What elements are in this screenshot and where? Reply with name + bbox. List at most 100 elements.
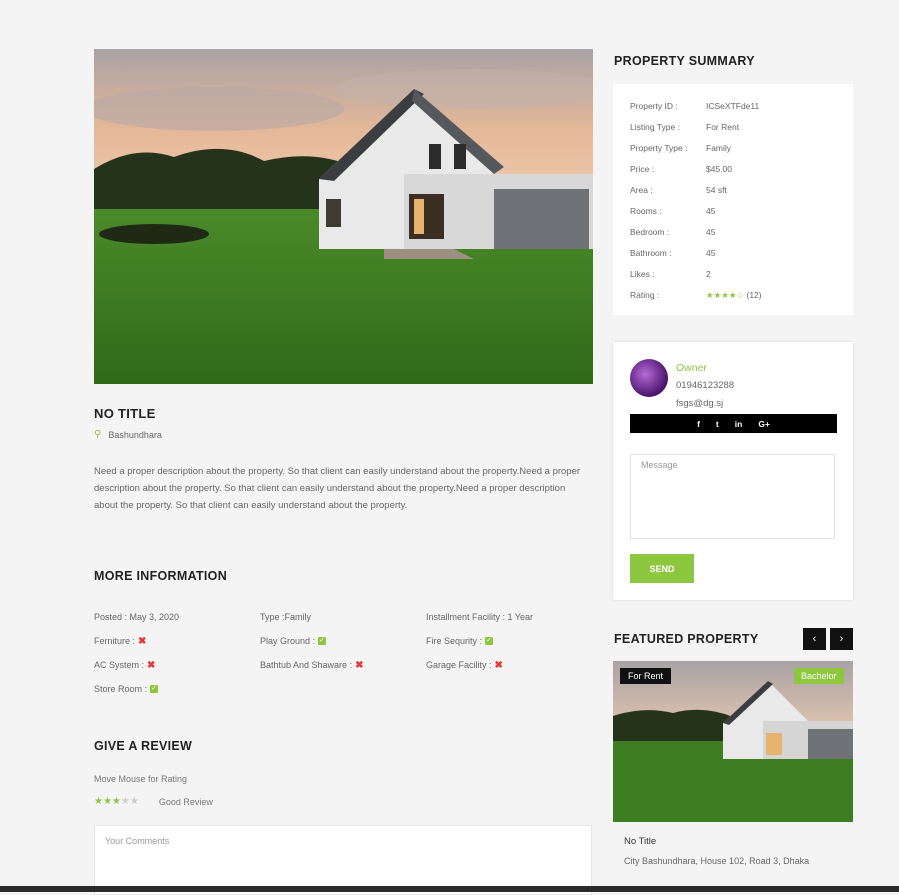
cross-icon: ✖ [355,659,364,671]
info-store-room: Store Room : ✓ [94,684,260,694]
summary-heading: PROPERTY SUMMARY [614,54,755,68]
message-placeholder: Message [641,460,678,470]
summary-value: $45.00 [706,164,732,174]
property-location: ⚲ Bashundhara [94,429,162,440]
info-row: Posted : May 3, 2020 Type :Family Instal… [94,605,594,629]
featured-property-image[interactable] [613,661,853,822]
cross-icon: ✖ [494,659,503,671]
featured-heading: FEATURED PROPERTY [614,632,759,646]
comments-textarea[interactable]: Your Comments [94,825,592,895]
summary-key: Price : [630,164,655,174]
owner-email: fsgs@dg.sj [676,398,724,409]
info-playground: Play Ground : ✓ [260,636,426,646]
map-pin-icon: ⚲ [94,429,102,440]
info-posted: Posted : May 3, 2020 [94,612,260,622]
summary-row: Bedroom : 45 [630,227,715,237]
star-icon[interactable]: ★ [103,796,112,807]
summary-row: Listing Type : For Rent [630,122,739,132]
avatar [630,359,668,397]
social-links: f t in G+ [630,414,837,433]
info-label: Garage Facility : [426,660,492,670]
info-label: Installment Facility : 1 Year [426,612,534,622]
summary-key: Bathroom : [630,248,672,258]
more-info-heading: MORE INFORMATION [94,569,228,583]
summary-key: Property ID : [630,101,678,111]
facebook-icon[interactable]: f [697,419,700,429]
summary-key: Property Type : [630,143,688,153]
linkedin-icon[interactable]: in [735,419,743,429]
badge-bachelor: Bachelor [794,668,844,684]
summary-row: Property Type : Family [630,143,731,153]
info-label: Posted : May 3, 2020 [94,612,180,622]
info-bathtub: Bathtub And Shaware : ✖ [260,660,426,671]
owner-contact-card: Owner 01946123288 fsgs@dg.sj f t in G+ M… [613,342,853,600]
review-hint: Move Mouse for Rating [94,774,188,784]
comments-placeholder: Your Comments [105,836,170,846]
summary-row: Price : $45.00 [630,164,732,174]
info-label: AC System : [94,660,145,670]
info-installment: Installment Facility : 1 Year [426,612,592,622]
info-label: Play Ground : [260,636,316,646]
star-icon: ★ [721,290,729,300]
summary-value: 2 [706,269,711,279]
info-label: Type :Family [260,612,312,622]
summary-value: 45 [706,227,716,237]
review-label: Good Review [158,796,213,807]
bottom-bar [0,886,899,892]
summary-value: 45 [706,248,716,258]
star-icon[interactable]: ★ [130,796,139,807]
star-icon[interactable]: ★ [112,796,121,807]
summary-row: Area : 54 sft [630,185,727,195]
summary-key: Likes : [630,269,655,279]
property-title: NO TITLE [94,406,156,421]
property-main-image [94,49,593,384]
more-info-grid: Posted : May 3, 2020 Type :Family Instal… [94,605,594,701]
owner-phone: 01946123288 [676,380,735,391]
location-text: Bashundhara [108,429,162,440]
info-garage: Garage Facility : ✖ [426,660,592,671]
cross-icon: ✖ [138,635,147,647]
star-icon[interactable]: ★ [94,796,103,807]
star-icon: ★ [728,290,737,300]
info-furniture: Ferniture : ✖ [94,636,260,647]
info-row: AC System : ✖ Bathtub And Shaware : ✖ Gara… [94,653,594,677]
info-row: Ferniture : ✖ Play Ground : ✓ Fire Sequrit… [94,629,594,653]
summary-value: ICSeXTFde11 [706,101,760,111]
check-icon: ✓ [318,637,327,645]
info-type: Type :Family [260,612,426,622]
summary-value: Family [706,143,732,153]
check-icon: ✓ [150,685,159,693]
carousel-prev-button[interactable]: ‹ [803,628,826,650]
featured-title[interactable]: No Title [624,836,656,847]
review-rating[interactable]: ★ ★ ★ ★ ★ Good Review [94,796,213,807]
review-heading: GIVE A REVIEW [94,739,193,753]
featured-address: City Bashundhara, House 102, Road 3, Dha… [624,856,810,866]
property-summary-card: Property ID : ICSeXTFde11 Listing Type : F… [613,84,853,315]
summary-value: For Rent [706,122,740,132]
check-icon: ✓ [485,637,494,645]
rating-count: (12) [746,290,762,300]
info-label: Ferniture : [94,636,136,646]
summary-row: Rooms : 45 [630,206,715,216]
info-ac-system: AC System : ✖ [94,660,260,671]
message-textarea[interactable]: Message [630,454,835,539]
owner-name[interactable]: Owner [676,362,707,374]
carousel-next-button[interactable]: › [830,628,853,650]
badge-for-rent: For Rent [620,668,672,684]
info-fire-security: Fire Sequrity : ✓ [426,636,592,646]
star-icon[interactable]: ★ [121,796,130,807]
summary-value: 45 [706,206,716,216]
star-outline-icon: ☆ [736,290,745,300]
summary-row: Likes : 2 [630,269,711,279]
summary-key: Area : [630,185,653,195]
info-label: Bathtub And Shaware : [260,660,353,670]
google-plus-icon[interactable]: G+ [758,419,770,429]
info-label: Fire Sequrity : [426,636,483,646]
star-icon: ★ [706,290,714,300]
info-row: Store Room : ✓ [94,677,594,701]
twitter-icon[interactable]: t [716,419,719,429]
info-label: Store Room : [94,684,148,694]
summary-rating-row: Rating : ★★★★☆ (12) [630,290,762,301]
summary-row: Property ID : ICSeXTFde11 [630,101,759,111]
send-button[interactable]: SEND [630,554,694,583]
